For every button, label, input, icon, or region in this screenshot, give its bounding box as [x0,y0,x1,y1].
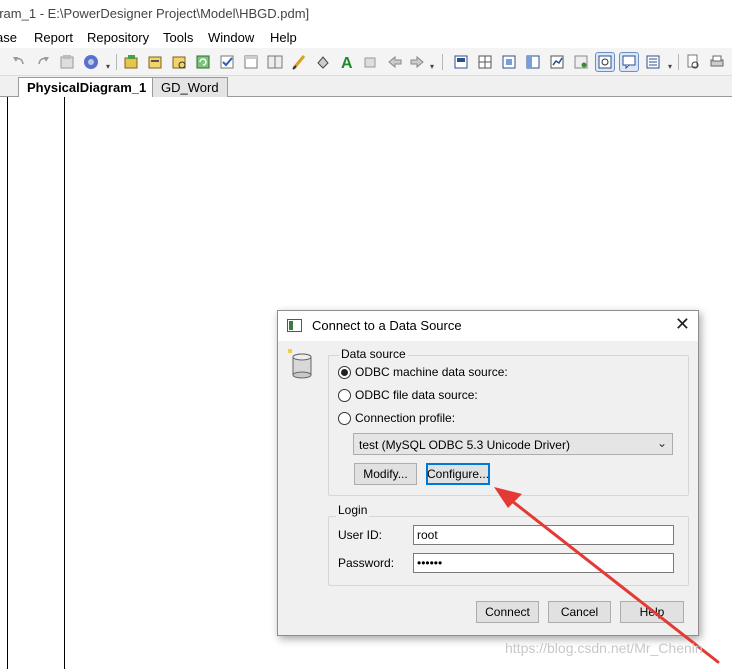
chart-tool-icon[interactable] [548,53,566,71]
refresh-icon[interactable] [194,53,212,71]
list-tool-icon[interactable] [644,53,662,71]
user-id-label: User ID: [338,528,383,542]
dialog-title-bar: Connect to a Data Source ✕ [278,311,698,341]
align-icon[interactable] [362,53,380,71]
toolbar-overflow-icon[interactable]: ▾ [668,62,672,71]
svg-text:A: A [341,55,353,71]
data-source-select[interactable]: test (MySQL ODBC 5.3 Unicode Driver) ⌄ [353,433,673,455]
page-boundary [64,97,65,669]
menu-window[interactable]: Window [208,30,254,45]
toolbar-separator [116,54,117,70]
password-field[interactable]: •••••• [413,553,674,573]
diagram-tab-bar: PhysicalDiagram_1 GD_Word [0,76,732,98]
app-title-bar: gram_1 - E:\PowerDesigner Project\Model\… [0,0,732,28]
new-package-icon[interactable] [122,53,140,71]
connection-profile-radio[interactable] [338,412,351,425]
print-icon[interactable] [708,53,726,71]
redo-icon[interactable] [34,53,52,71]
toolbar-separator [442,54,443,70]
comment-tool-icon[interactable] [619,52,639,72]
password-label: Password: [338,556,395,570]
menu-bar: ase Report Repository Tools Window Help [0,28,732,48]
connection-profile-label[interactable]: Connection profile: [355,411,455,425]
toolbar: ▾ A ▾ ▾ [0,48,732,76]
diagram-tool-icon[interactable] [452,53,470,71]
menu-report[interactable]: Report [34,30,73,45]
layout-tool-icon[interactable] [524,53,542,71]
grid-tool-icon[interactable] [476,53,494,71]
table-icon[interactable] [242,53,260,71]
arrow-right-icon[interactable] [408,53,426,71]
dialog-app-icon [287,319,302,332]
user-id-field[interactable]: root [413,525,674,545]
check-model-icon[interactable] [218,53,236,71]
print-preview-icon[interactable] [684,53,702,71]
odbc-machine-label[interactable]: ODBC machine data source: [355,365,508,379]
login-label: Login [336,503,370,517]
tab-physical-diagram[interactable]: PhysicalDiagram_1 [18,77,156,98]
package-icon[interactable] [146,53,164,71]
model-icon[interactable] [82,53,100,71]
menu-database[interactable]: ase [0,30,17,45]
data-source-select-value: test (MySQL ODBC 5.3 Unicode Driver) [359,438,570,452]
odbc-file-label[interactable]: ODBC file data source: [355,388,478,402]
connect-button[interactable]: Connect [476,601,539,623]
database-icon [288,349,312,379]
odbc-machine-radio[interactable] [338,366,351,379]
configure-button[interactable]: Configure... [426,463,490,485]
brush-icon[interactable] [290,53,308,71]
undo-icon[interactable] [10,53,28,71]
watermark: https://blog.csdn.net/Mr_Chenin [505,640,703,656]
close-icon[interactable]: ✕ [675,314,690,335]
arrow-left-icon[interactable] [386,53,404,71]
toolbar-overflow-icon[interactable]: ▾ [430,62,434,71]
menu-repository[interactable]: Repository [87,30,149,45]
menu-tools[interactable]: Tools [163,30,193,45]
menu-help[interactable]: Help [270,30,297,45]
chevron-down-icon[interactable]: ⌄ [657,436,667,450]
zoom-window-icon[interactable] [595,52,615,72]
view-icon[interactable] [266,53,284,71]
text-color-icon[interactable]: A [338,53,356,72]
odbc-file-radio[interactable] [338,389,351,402]
image-tool-icon[interactable] [572,53,590,71]
toolbar-separator [678,54,679,70]
dialog-title: Connect to a Data Source [312,318,462,333]
canvas-border [7,97,8,669]
page-tool-icon[interactable] [500,53,518,71]
modify-button[interactable]: Modify... [354,463,417,485]
cancel-button[interactable]: Cancel [548,601,611,623]
help-button[interactable]: Help [620,601,684,623]
tab-gd-word[interactable]: GD_Word [152,77,228,97]
toolbar-overflow-icon[interactable]: ▾ [106,62,110,71]
properties-icon[interactable] [58,53,76,71]
data-source-label: Data source [339,347,408,361]
fill-icon[interactable] [314,53,332,71]
connect-data-source-dialog: Connect to a Data Source ✕ Data source O… [277,310,699,636]
app-title: gram_1 - E:\PowerDesigner Project\Model\… [0,6,310,21]
search-package-icon[interactable] [170,53,188,71]
